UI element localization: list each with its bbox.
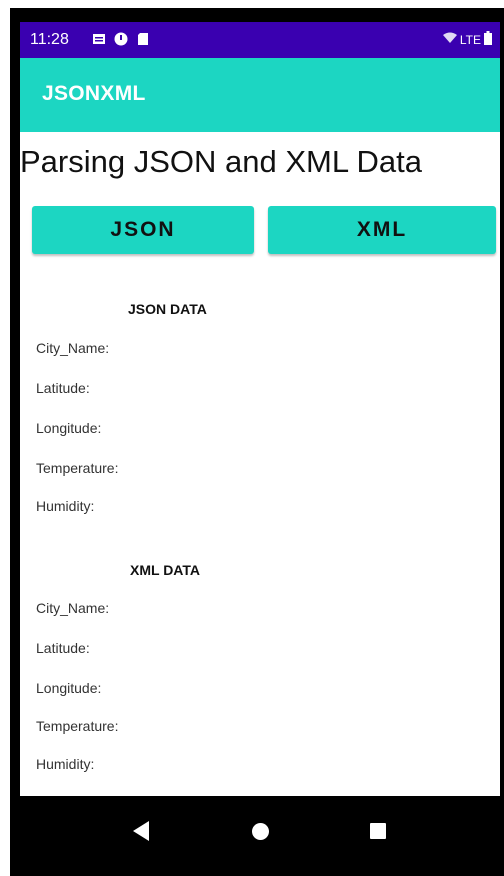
json-humidity-label: Humidity: (36, 498, 95, 514)
app-title: JSONXML (42, 82, 146, 105)
device-frame-right (500, 8, 504, 876)
json-button[interactable]: JSON (32, 206, 254, 254)
battery-icon (484, 31, 492, 48)
device-frame-left (10, 8, 20, 876)
page-title: Parsing JSON and XML Data (20, 144, 423, 179)
device-frame-top (10, 8, 504, 22)
xml-latitude-label: Latitude: (36, 640, 90, 656)
recent-apps-icon[interactable] (370, 823, 386, 839)
xml-button[interactable]: XML (268, 206, 496, 254)
back-icon[interactable] (133, 821, 149, 841)
status-right-group: LTE (442, 31, 492, 48)
xml-humidity-label: Humidity: (36, 756, 95, 772)
status-bar: 11:28 LTE (20, 22, 500, 58)
json-longitude-label: Longitude: (36, 420, 102, 436)
app-bar: JSONXML (20, 58, 500, 132)
json-data-header: JSON DATA (128, 301, 207, 317)
json-temperature-label: Temperature: (36, 460, 119, 476)
network-type: LTE (459, 32, 481, 47)
app-screen: 11:28 LTE JSONXML Parsing JSON and XML D… (20, 22, 500, 876)
xml-city-name-label: City_Name: (36, 600, 110, 616)
xml-longitude-label: Longitude: (36, 680, 102, 696)
json-city-name-label: City_Name: (36, 340, 110, 356)
json-latitude-label: Latitude: (36, 380, 90, 396)
xml-data-header: XML DATA (130, 562, 200, 578)
status-time: 11:28 (30, 31, 69, 48)
xml-temperature-label: Temperature: (36, 718, 119, 734)
navigation-bar (20, 796, 500, 876)
notification-app-icon (114, 32, 128, 46)
notification-sd-card-icon (136, 32, 150, 46)
home-icon[interactable] (252, 823, 269, 840)
notification-message-icon (92, 32, 106, 46)
wifi-icon (442, 32, 457, 47)
